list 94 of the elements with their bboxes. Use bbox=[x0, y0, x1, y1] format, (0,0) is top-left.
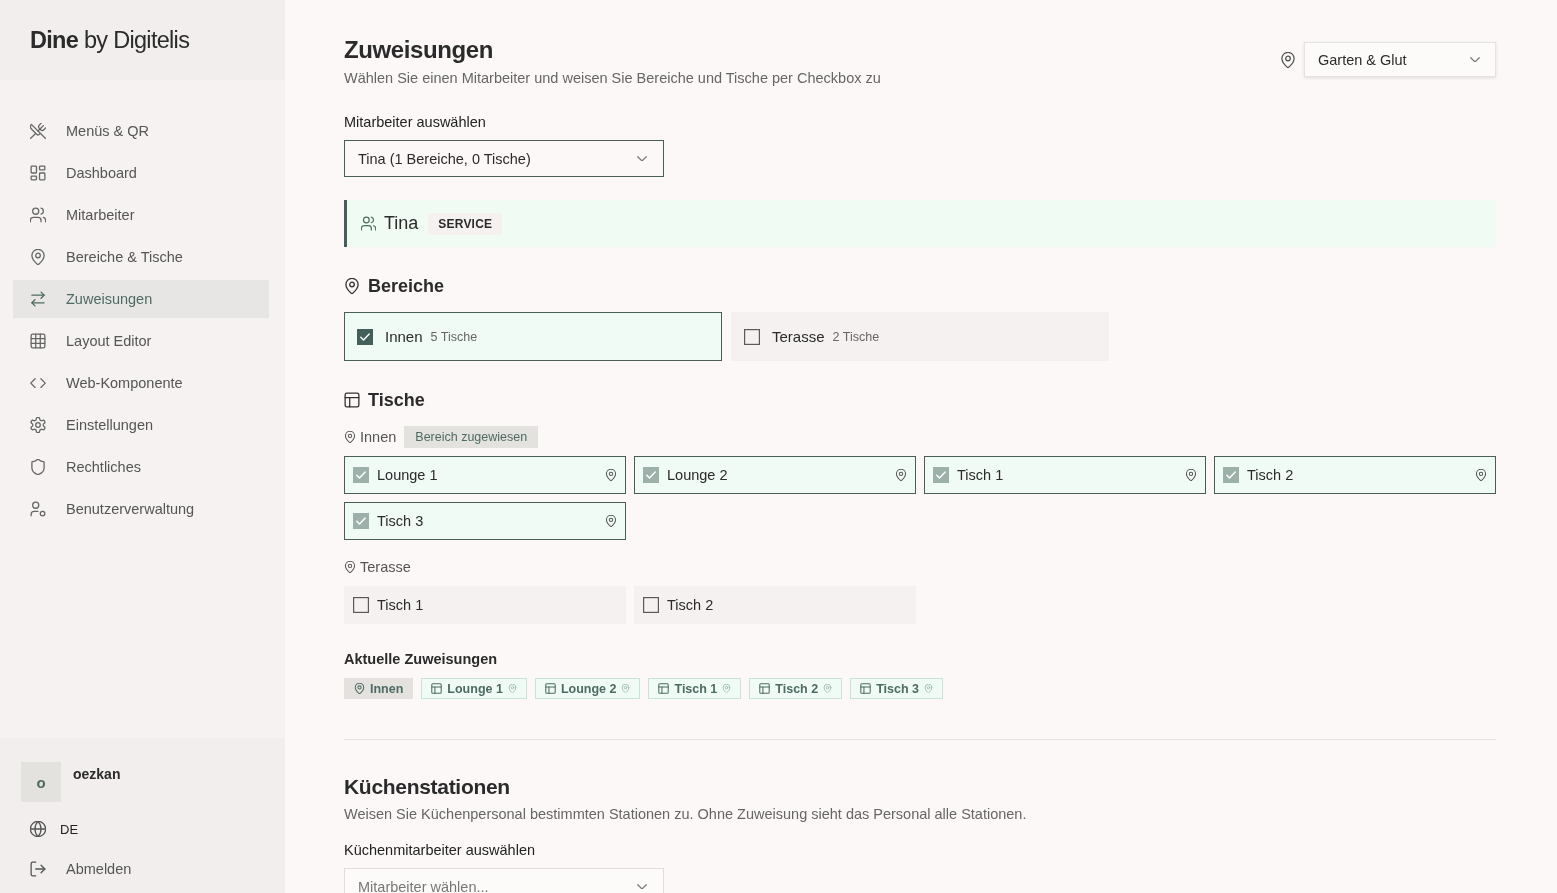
area-name: Terasse bbox=[772, 328, 825, 345]
table-icon bbox=[544, 683, 556, 694]
nav-item[interactable]: Rechtliches bbox=[13, 448, 269, 486]
grid-icon bbox=[30, 333, 46, 349]
map-pin-icon bbox=[30, 249, 46, 265]
map-pin-icon bbox=[722, 684, 732, 693]
table-name: Tisch 2 bbox=[667, 597, 714, 613]
nav-item[interactable]: Mitarbeiter bbox=[13, 196, 269, 234]
swap-arrows-icon bbox=[30, 291, 46, 307]
section-heading: Tische bbox=[368, 389, 425, 411]
section-heading: Aktuelle Zuweisungen bbox=[344, 650, 499, 668]
user-settings-icon bbox=[30, 501, 46, 517]
checkbox[interactable] bbox=[353, 597, 369, 613]
nav-item[interactable]: Benutzerverwaltung bbox=[13, 490, 269, 528]
table-count: 2 Tische bbox=[832, 329, 880, 344]
nav-item[interactable]: Zuweisungen bbox=[13, 280, 269, 318]
chevron-down-icon bbox=[637, 155, 647, 162]
nav-item[interactable]: Einstellungen bbox=[13, 406, 269, 444]
table-count: 5 Tische bbox=[430, 329, 478, 344]
nav-item[interactable]: Web-Komponente bbox=[13, 364, 269, 402]
field-label: Küchenmitarbeiter auswählen bbox=[344, 841, 537, 859]
checkbox[interactable] bbox=[744, 328, 760, 345]
map-pin-icon bbox=[1280, 51, 1296, 68]
role-badge: SERVICE bbox=[428, 212, 503, 235]
map-pin-icon bbox=[344, 561, 356, 573]
map-pin-icon bbox=[344, 278, 360, 294]
assignment-tag: Tisch 2 bbox=[749, 678, 843, 699]
field-label: Mitarbeiter auswählen bbox=[344, 113, 487, 131]
code-icon bbox=[30, 377, 46, 389]
table-icon bbox=[658, 683, 670, 694]
table-name: Tisch 3 bbox=[377, 513, 424, 529]
logout-button[interactable]: Abmelden bbox=[0, 850, 285, 888]
settings-icon bbox=[30, 417, 46, 433]
nav-item[interactable]: Layout Editor bbox=[13, 322, 269, 360]
table-name: Lounge 1 bbox=[377, 467, 438, 483]
map-pin-icon bbox=[605, 515, 617, 527]
map-pin-icon bbox=[924, 684, 934, 693]
chevron-down-icon bbox=[1470, 56, 1480, 63]
table-name: Tisch 1 bbox=[377, 597, 424, 613]
table-card[interactable]: Tisch 1 bbox=[344, 586, 626, 624]
map-pin-icon bbox=[823, 684, 833, 693]
user-avatar: o bbox=[21, 762, 61, 802]
area-card[interactable]: Innen 5 Tische bbox=[344, 312, 722, 361]
map-pin-icon bbox=[621, 684, 631, 693]
nav-item[interactable]: Bereiche & Tische bbox=[13, 238, 269, 276]
map-pin-icon bbox=[895, 469, 907, 481]
section-title: Küchenstationen bbox=[344, 774, 511, 800]
logout-icon bbox=[30, 861, 46, 877]
kitchen-staff-select[interactable]: Mitarbeiter wählen... bbox=[344, 868, 664, 893]
table-icon bbox=[759, 683, 771, 694]
nav-item[interactable]: Menüs & QR bbox=[13, 112, 269, 150]
table-card[interactable]: Tisch 2 bbox=[634, 586, 916, 624]
section-heading: Bereiche bbox=[368, 275, 445, 297]
map-pin-icon bbox=[354, 683, 365, 694]
dashboard-icon bbox=[30, 165, 46, 181]
assignment-tag: Lounge 1 bbox=[421, 678, 527, 699]
users-icon bbox=[361, 216, 376, 231]
map-pin-icon bbox=[1185, 469, 1197, 481]
fork-knife-icon bbox=[30, 123, 46, 139]
chevron-down-icon bbox=[637, 883, 647, 890]
status-badge: Bereich zugewiesen bbox=[404, 426, 539, 448]
users-icon bbox=[30, 207, 46, 223]
area-card[interactable]: Terasse 2 Tische bbox=[731, 312, 1109, 361]
area-group-label: Innen bbox=[360, 429, 397, 445]
checkbox[interactable] bbox=[643, 597, 659, 613]
nav-item[interactable]: Dashboard bbox=[13, 154, 269, 192]
area-group-label: Terasse bbox=[360, 559, 411, 575]
assignment-tag: Lounge 2 bbox=[534, 678, 641, 699]
restaurant-select[interactable]: Garten & Glut bbox=[1304, 42, 1496, 77]
logo-text: Dine by Digitelis bbox=[30, 26, 190, 54]
page-title: Zuweisungen bbox=[344, 36, 494, 64]
table-icon bbox=[860, 683, 872, 694]
checkbox[interactable] bbox=[357, 328, 373, 345]
table-name: Lounge 2 bbox=[667, 467, 728, 483]
map-pin-icon bbox=[605, 469, 617, 481]
area-name: Innen bbox=[385, 328, 423, 345]
table-icon bbox=[344, 392, 360, 408]
map-pin-icon bbox=[507, 684, 517, 693]
assignment-tag: Tisch 3 bbox=[850, 678, 944, 699]
assignment-tag: Tisch 1 bbox=[648, 678, 742, 699]
language-button[interactable]: DE bbox=[0, 810, 79, 848]
page-subtitle: Wählen Sie einen Mitarbeiter und weisen Sie Bereiche und Tische per Checkbox zu bbox=[344, 69, 881, 87]
map-pin-icon bbox=[344, 431, 356, 443]
table-icon bbox=[431, 683, 443, 694]
table-name: Tisch 1 bbox=[957, 467, 1004, 483]
shield-icon bbox=[30, 459, 46, 475]
employee-select[interactable]: Tina (1 Bereiche, 0 Tische) bbox=[344, 140, 664, 177]
map-pin-icon bbox=[1475, 469, 1487, 481]
section-subtitle: Weisen Sie Küchenpersonal bestimmten Stationen zu. Ohne Zuweisung sieht das Personal alle Stationen. bbox=[344, 805, 1028, 823]
table-name: Tisch 2 bbox=[1247, 467, 1294, 483]
employee-name: Tina bbox=[384, 213, 419, 234]
user-name: oezkan bbox=[73, 766, 121, 783]
assignment-tag: Innen bbox=[344, 678, 414, 699]
globe-icon bbox=[30, 821, 46, 837]
